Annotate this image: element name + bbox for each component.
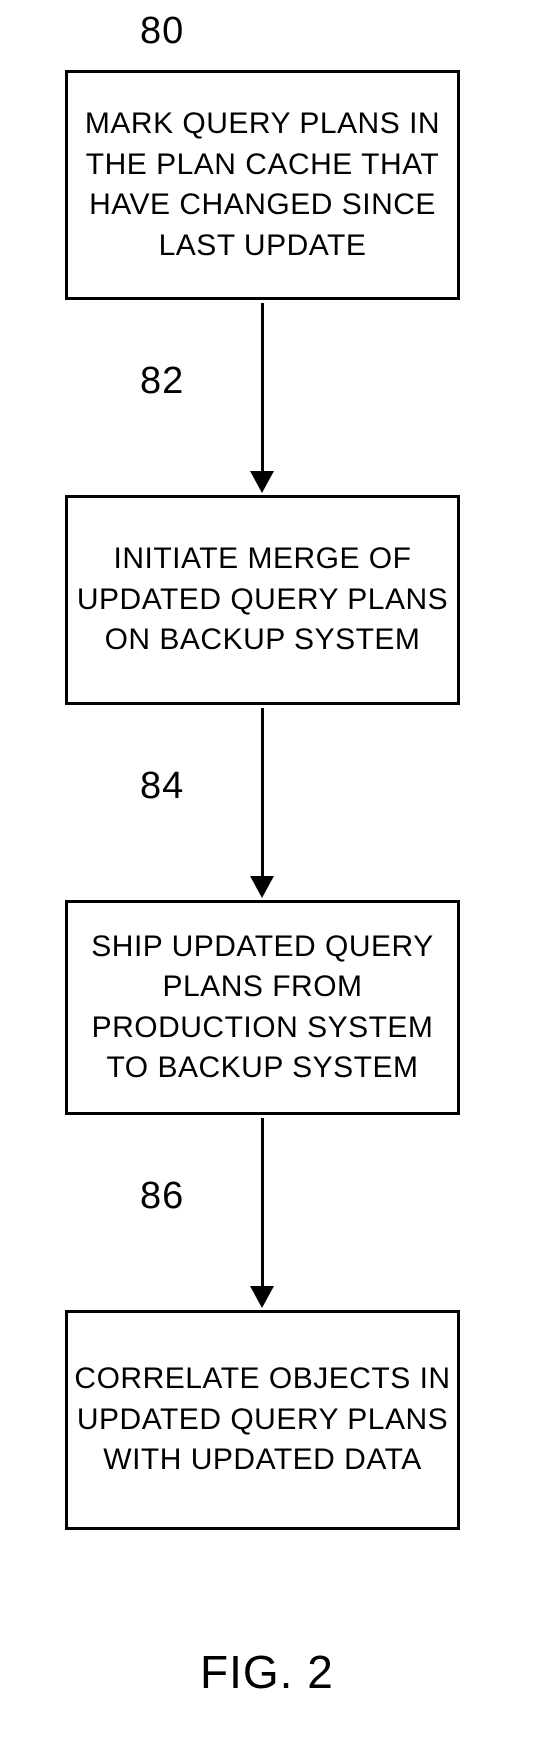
arrow-82-to-84	[261, 708, 264, 876]
step-box-82: INITIATE MERGE OF UPDATED QUERY PLANS ON…	[65, 495, 460, 705]
arrow-80-to-82	[261, 303, 264, 471]
step-text-86: CORRELATE OBJECTS IN UPDATED QUERY PLANS…	[74, 1359, 451, 1481]
step-number-82: 82	[140, 360, 184, 403]
step-text-84: SHIP UPDATED QUERY PLANS FROM PRODUCTION…	[74, 927, 451, 1089]
step-text-80: MARK QUERY PLANS IN THE PLAN CACHE THAT …	[74, 104, 451, 266]
step-box-86: CORRELATE OBJECTS IN UPDATED QUERY PLANS…	[65, 1310, 460, 1530]
step-box-80: MARK QUERY PLANS IN THE PLAN CACHE THAT …	[65, 70, 460, 300]
arrowhead-82-to-84	[250, 876, 274, 898]
arrow-84-to-86	[261, 1118, 264, 1286]
step-number-80: 80	[140, 10, 184, 53]
step-number-84: 84	[140, 765, 184, 808]
arrowhead-84-to-86	[250, 1286, 274, 1308]
step-text-82: INITIATE MERGE OF UPDATED QUERY PLANS ON…	[74, 539, 451, 661]
figure-caption: FIG. 2	[200, 1645, 334, 1699]
flowchart: 80 MARK QUERY PLANS IN THE PLAN CACHE TH…	[0, 0, 540, 1743]
step-number-86: 86	[140, 1175, 184, 1218]
step-box-84: SHIP UPDATED QUERY PLANS FROM PRODUCTION…	[65, 900, 460, 1115]
arrowhead-80-to-82	[250, 471, 274, 493]
